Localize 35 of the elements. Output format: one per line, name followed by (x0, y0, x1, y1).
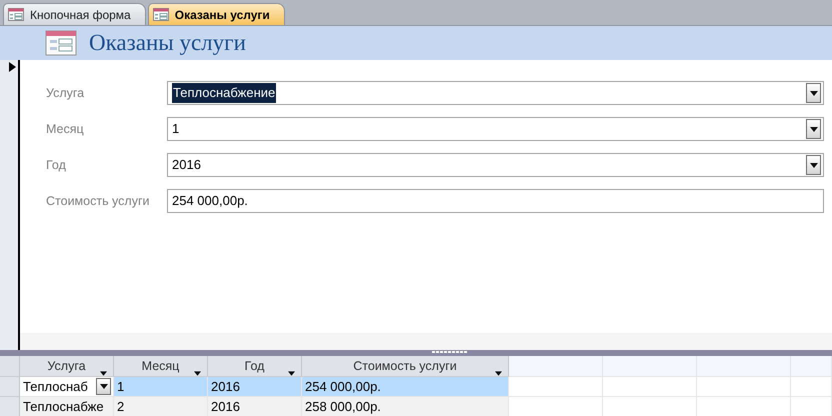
field-label: Год (46, 156, 67, 174)
caret-icon (810, 90, 818, 96)
table-cell: Теплоснабже (20, 397, 114, 416)
table-cell: 258 000,00р. (302, 397, 509, 416)
document-tab[interactable]: Кнопочная форма (3, 3, 146, 25)
column-header[interactable]: Услуга (20, 356, 114, 377)
splitter-handle-icon[interactable] (432, 350, 468, 354)
combo-box[interactable]: Теплоснабжение (167, 81, 824, 105)
table-cell: 1 (114, 377, 208, 397)
dropdown-button[interactable] (806, 83, 821, 103)
combo-box[interactable]: 1 (167, 117, 824, 141)
caret-icon (810, 162, 818, 168)
combo-box[interactable]: Теплоснаб (20, 377, 114, 397)
field-label: Услуга (46, 84, 86, 102)
dropdown-button[interactable] (806, 155, 821, 175)
table-cell: 2 (114, 397, 208, 416)
dropdown-button[interactable] (806, 119, 821, 139)
column-header[interactable]: Стоимость услуги (302, 356, 509, 377)
caret-icon (810, 126, 818, 132)
form-title: Оказаны услуги (89, 28, 246, 57)
field-label: Стоимость услуги (46, 192, 150, 210)
document-tab[interactable]: Оказаны услуги (148, 3, 285, 25)
table-cell: 2016 (208, 397, 302, 416)
column-header[interactable]: Год (208, 356, 302, 377)
caret-icon (100, 384, 108, 389)
table-cell: 254 000,00р. (302, 377, 509, 397)
dropdown-button[interactable] (96, 378, 111, 395)
form-icon (8, 8, 24, 21)
column-header[interactable]: Месяц (114, 356, 208, 377)
field-label: Месяц (46, 120, 85, 138)
form-icon (152, 8, 169, 21)
table-cell: 2016 (208, 377, 302, 397)
text-field[interactable]: 254 000,00р. (167, 189, 824, 213)
combo-box[interactable]: 2016 (167, 153, 824, 177)
form-icon (45, 30, 77, 56)
